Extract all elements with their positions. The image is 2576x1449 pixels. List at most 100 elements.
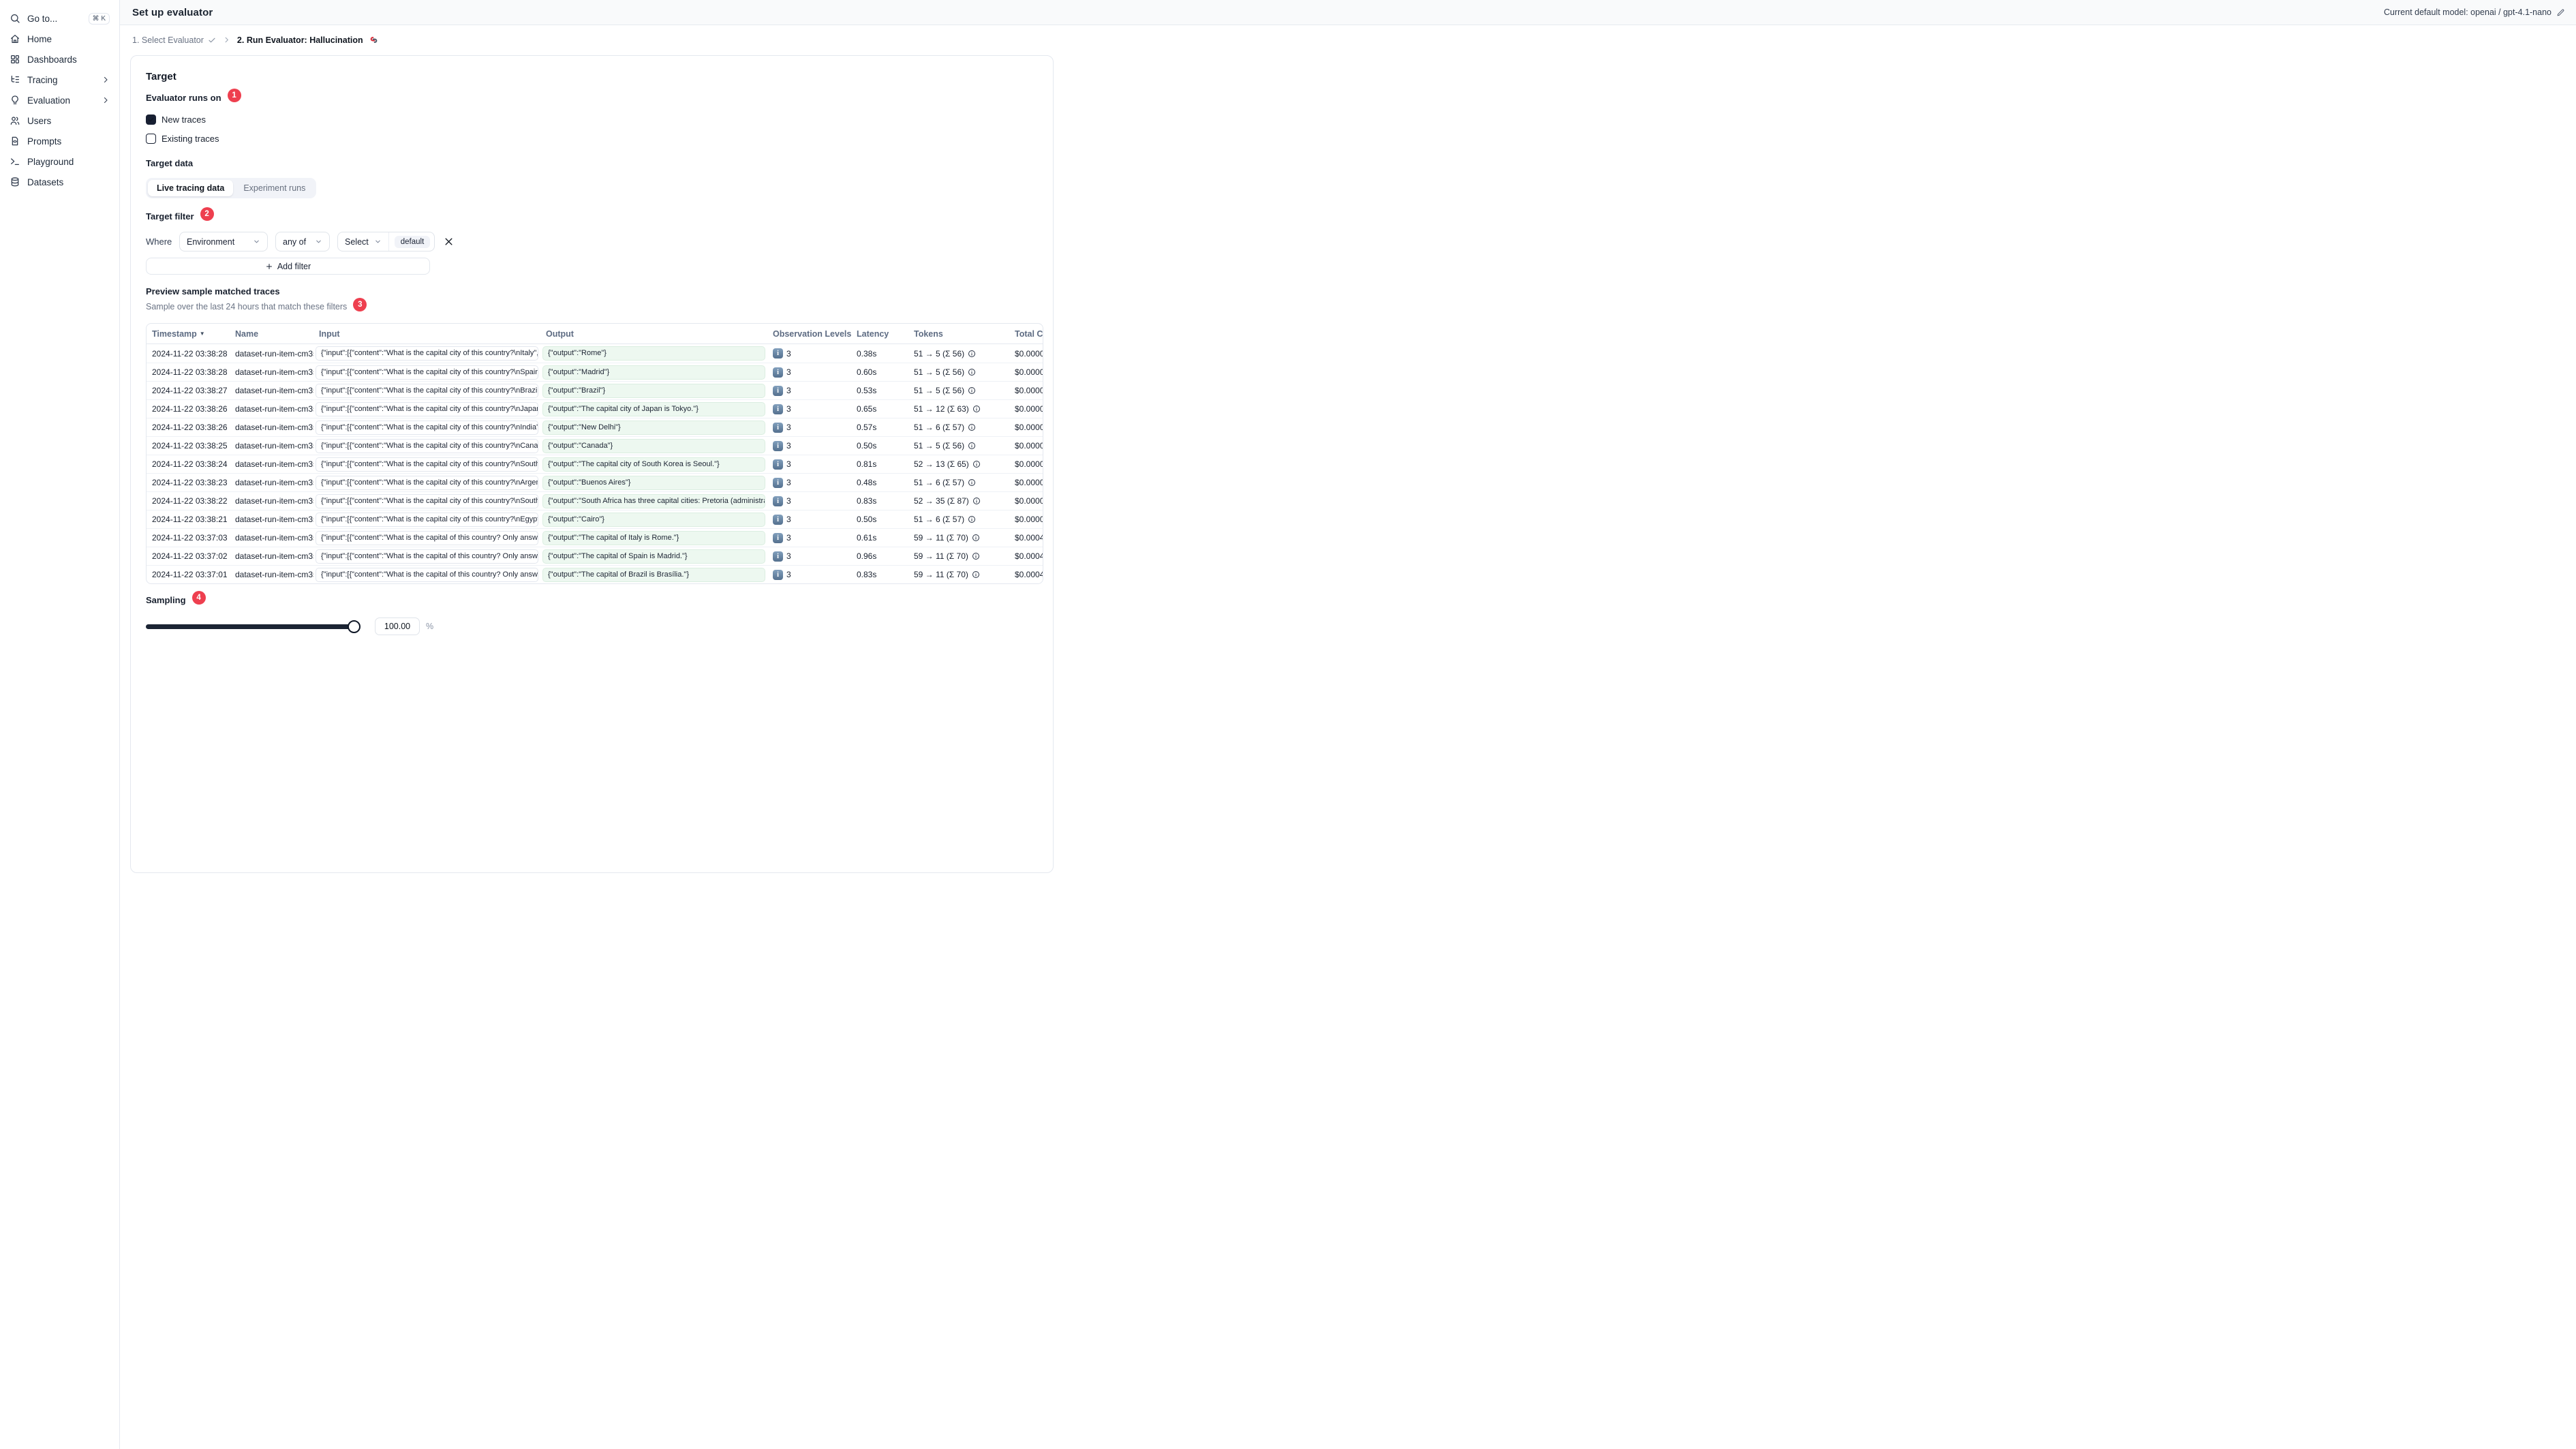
info-icon[interactable] — [972, 570, 980, 579]
datasets-icon — [10, 177, 20, 187]
breadcrumb-step-select-evaluator[interactable]: 1. Select Evaluator — [132, 35, 216, 45]
output-cell[interactable]: {"output":"Cairo"} — [542, 512, 765, 527]
info-icon[interactable] — [972, 534, 980, 542]
sidebar-item-prompts[interactable]: Prompts — [5, 131, 114, 151]
info-icon[interactable] — [968, 442, 976, 450]
output-cell[interactable]: {"output":"Buenos Aires"} — [542, 475, 765, 490]
tab-live-tracing-data[interactable]: Live tracing data — [148, 180, 234, 196]
sampling-slider[interactable] — [146, 620, 361, 633]
observation-levels-cell: i 3 — [767, 367, 851, 378]
output-cell[interactable]: {"output":"Rome"} — [542, 346, 765, 361]
filter-operator-select[interactable]: any of — [275, 232, 330, 251]
sidebar-item-evaluation[interactable]: Evaluation — [5, 90, 114, 110]
table-column-header[interactable]: Name — [230, 329, 313, 339]
table-row[interactable]: 2024-11-22 03:38:26 dataset-run-item-cm3… — [147, 418, 1043, 436]
info-icon[interactable] — [968, 386, 976, 395]
sidebar-item-dashboards[interactable]: Dashboards — [5, 49, 114, 70]
goto-search[interactable]: Go to... ⌘ K — [5, 8, 114, 29]
info-icon[interactable] — [972, 405, 981, 413]
input-cell[interactable]: {"input":[{"content":"What is the capita… — [316, 567, 538, 582]
input-cell[interactable]: {"input":[{"content":"What is the capita… — [316, 365, 538, 380]
filter-value-select[interactable]: Select default — [337, 232, 435, 251]
table-row[interactable]: 2024-11-22 03:38:24 dataset-run-item-cm3… — [147, 455, 1043, 473]
input-cell[interactable]: {"input":[{"content":"What is the capita… — [316, 383, 538, 398]
step-badge-4: 4 — [191, 591, 206, 605]
output-cell[interactable]: {"output":"New Delhi"} — [542, 420, 765, 435]
table-row[interactable]: 2024-11-22 03:38:25 dataset-run-item-cm3… — [147, 436, 1043, 455]
output-cell[interactable]: {"output":"Brazil"} — [542, 383, 765, 398]
output-cell[interactable]: {"output":"The capital of Italy is Rome.… — [542, 530, 765, 545]
hallucination-evaluator-icon — [369, 35, 379, 45]
info-icon[interactable] — [968, 350, 976, 358]
input-cell[interactable]: {"input":[{"content":"What is the capita… — [316, 530, 538, 545]
table-column-header[interactable]: Latency — [851, 329, 908, 339]
table-row[interactable]: 2024-11-22 03:38:23 dataset-run-item-cm3… — [147, 473, 1043, 491]
table-row[interactable]: 2024-11-22 03:38:22 dataset-run-item-cm3… — [147, 491, 1043, 510]
checkbox-row[interactable]: Existing traces — [146, 132, 1042, 146]
table-row[interactable]: 2024-11-22 03:38:21 dataset-run-item-cm3… — [147, 510, 1043, 528]
observation-levels-cell: i 3 — [767, 385, 851, 396]
output-cell[interactable]: {"output":"Madrid"} — [542, 365, 765, 380]
tokens-cell: 51 → 5 (Σ 56) — [908, 367, 1009, 377]
timestamp-cell: 2024-11-22 03:38:22 — [152, 496, 228, 506]
remove-filter-icon[interactable] — [444, 237, 454, 247]
input-cell[interactable]: {"input":[{"content":"What is the capita… — [316, 420, 538, 435]
sidebar-item-home[interactable]: Home — [5, 29, 114, 49]
sidebar-item-playground[interactable]: Playground — [5, 151, 114, 172]
input-cell[interactable]: {"input":[{"content":"What is the capita… — [316, 457, 538, 472]
input-cell[interactable]: {"input":[{"content":"What is the capita… — [316, 475, 538, 490]
edit-pencil-icon[interactable] — [2556, 8, 2565, 17]
table-row[interactable]: 2024-11-22 03:37:01 dataset-run-item-cm3… — [147, 565, 1043, 583]
observation-levels-cell: i 3 — [767, 348, 851, 359]
total-cost-cell: $0.000015 — [1015, 404, 1043, 414]
input-cell[interactable]: {"input":[{"content":"What is the capita… — [316, 401, 538, 416]
table-column-header[interactable]: Total Cost — [1009, 329, 1043, 339]
table-column-header[interactable]: Output — [540, 329, 767, 339]
table-row[interactable]: 2024-11-22 03:38:28 dataset-run-item-cm3… — [147, 344, 1043, 363]
input-cell[interactable]: {"input":[{"content":"What is the capita… — [316, 346, 538, 361]
latency-cell: 0.53s — [857, 386, 877, 395]
table-column-header[interactable]: Observation Levels — [767, 329, 851, 339]
sidebar-item-users[interactable]: Users — [5, 110, 114, 131]
table-row[interactable]: 2024-11-22 03:38:26 dataset-run-item-cm3… — [147, 399, 1043, 418]
input-cell[interactable]: {"input":[{"content":"What is the capita… — [316, 512, 538, 527]
info-icon[interactable] — [972, 497, 981, 505]
table-column-header[interactable]: Tokens — [908, 329, 1009, 339]
info-icon[interactable] — [968, 515, 976, 523]
table-row[interactable]: 2024-11-22 03:37:03 dataset-run-item-cm3… — [147, 528, 1043, 547]
table-column-header[interactable]: Input — [313, 329, 540, 339]
output-cell[interactable]: {"output":"Canada"} — [542, 438, 765, 453]
info-icon[interactable] — [968, 368, 976, 376]
output-cell[interactable]: {"output":"The capital city of South Kor… — [542, 457, 765, 472]
checkbox[interactable] — [146, 134, 156, 144]
output-cell[interactable]: {"output":"The capital city of Japan is … — [542, 401, 765, 416]
info-icon[interactable] — [968, 478, 976, 487]
output-cell[interactable]: {"output":"South Africa has three capita… — [542, 493, 765, 508]
tab-experiment-runs[interactable]: Experiment runs — [234, 180, 314, 196]
checkbox[interactable] — [146, 115, 156, 125]
sidebar-item-datasets[interactable]: Datasets — [5, 172, 114, 192]
input-cell[interactable]: {"input":[{"content":"What is the capita… — [316, 549, 538, 564]
table-row[interactable]: 2024-11-22 03:38:28 dataset-run-item-cm3… — [147, 363, 1043, 381]
input-cell[interactable]: {"input":[{"content":"What is the capita… — [316, 438, 538, 453]
breadcrumb-step-run-evaluator[interactable]: 2. Run Evaluator: Hallucination — [237, 35, 379, 45]
output-cell[interactable]: {"output":"The capital of Spain is Madri… — [542, 549, 765, 564]
output-cell[interactable]: {"output":"The capital of Brazil is Bras… — [542, 567, 765, 582]
filter-column-select[interactable]: Environment — [179, 232, 268, 251]
table-column-header[interactable]: Timestamp ▼ — [147, 329, 230, 339]
add-filter-button[interactable]: Add filter — [146, 258, 430, 275]
sidebar-nav: Home Dashboards Tracing Evaluation Users… — [5, 29, 114, 192]
info-icon[interactable] — [968, 423, 976, 431]
checkbox-row[interactable]: New traces — [146, 112, 1042, 127]
tracing-icon — [10, 74, 20, 85]
slider-thumb[interactable] — [348, 620, 361, 633]
info-icon[interactable] — [972, 552, 980, 560]
step-badge-1: 1 — [227, 89, 241, 102]
info-icon[interactable] — [972, 460, 981, 468]
table-row[interactable]: 2024-11-22 03:37:02 dataset-run-item-cm3… — [147, 547, 1043, 565]
sampling-input[interactable]: 100.00 — [375, 617, 420, 635]
latency-cell: 0.50s — [857, 441, 877, 451]
table-row[interactable]: 2024-11-22 03:38:27 dataset-run-item-cm3… — [147, 381, 1043, 399]
sidebar-item-tracing[interactable]: Tracing — [5, 70, 114, 90]
input-cell[interactable]: {"input":[{"content":"What is the capita… — [316, 493, 538, 508]
